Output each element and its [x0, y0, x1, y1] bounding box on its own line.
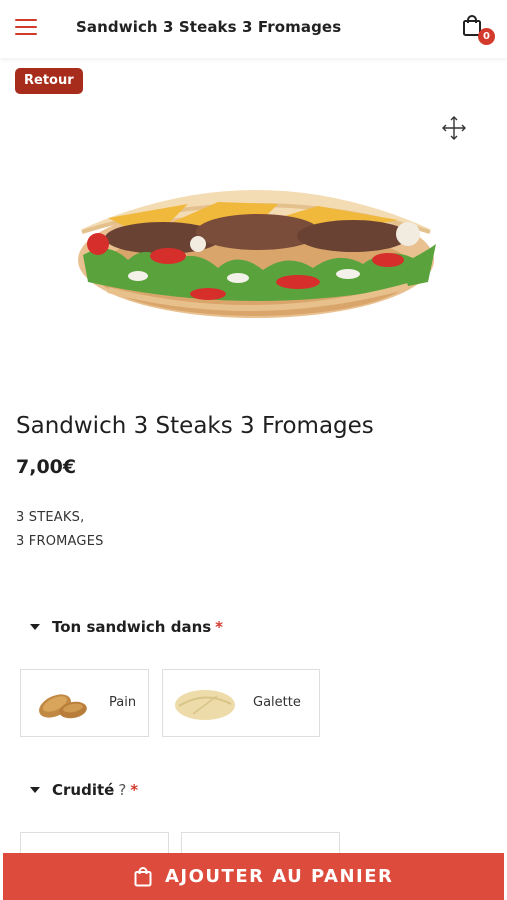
required-mark: * — [215, 618, 224, 636]
section-header-crudite[interactable]: Crudité? * — [30, 781, 138, 799]
top-bar: Sandwich 3 Steaks 3 Fromages 0 — [0, 0, 507, 58]
caret-down-icon — [30, 623, 40, 630]
bread-icon — [39, 694, 87, 719]
add-to-cart-button[interactable]: AJOUTER AU PANIER — [3, 853, 504, 900]
move-icon[interactable] — [440, 114, 468, 142]
menu-icon[interactable] — [15, 19, 37, 37]
product-title: Sandwich 3 Steaks 3 Fromages — [16, 413, 374, 439]
product-description-line: 3 STEAKS, — [16, 510, 85, 525]
question-mark: ? — [118, 781, 127, 799]
back-button[interactable]: Retour — [15, 68, 83, 94]
page-title: Sandwich 3 Steaks 3 Fromages — [76, 18, 342, 36]
option-card-pain[interactable]: Pain — [20, 669, 149, 737]
flatbread-icon — [175, 690, 235, 720]
caret-down-icon — [30, 786, 40, 793]
add-to-cart-label: AJOUTER AU PANIER — [165, 866, 394, 887]
section-title: Ton sandwich dans — [52, 618, 212, 636]
required-mark: * — [130, 781, 139, 799]
cart-count-badge: 0 — [478, 28, 495, 45]
cart-button[interactable]: 0 — [462, 15, 495, 45]
product-price: 7,00€ — [16, 456, 77, 478]
option-label: Pain — [109, 695, 137, 710]
product-description-line: 3 FROMAGES — [16, 534, 104, 549]
option-card-galette[interactable]: Galette — [162, 669, 320, 737]
product-image — [78, 190, 436, 318]
option-label: Galette — [253, 695, 301, 710]
section-title: Crudité — [52, 781, 115, 799]
section-header-bread[interactable]: Ton sandwich dans * — [30, 618, 223, 636]
shopping-bag-icon — [134, 867, 152, 887]
